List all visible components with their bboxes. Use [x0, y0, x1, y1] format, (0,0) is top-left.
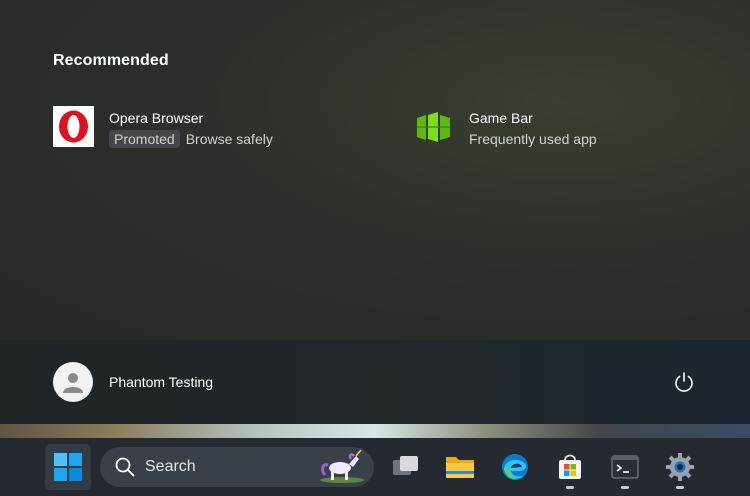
user-account-button[interactable]: Phantom Testing [53, 362, 213, 402]
search-icon [115, 457, 135, 477]
terminal-icon [611, 455, 639, 479]
unicorn-icon [320, 449, 364, 483]
game-bar-subtitle: Frequently used app [469, 131, 597, 147]
start-menu: Recommended Opera Browser Promoted Brows… [0, 0, 750, 340]
power-button[interactable] [668, 366, 700, 398]
opera-icon [53, 106, 94, 147]
running-indicator [676, 486, 684, 489]
store-icon [559, 454, 581, 479]
windows-start-icon [54, 453, 82, 481]
windows-desktop: Recommended Opera Browser Promoted Brows… [0, 0, 750, 496]
opera-name: Opera Browser [109, 110, 204, 126]
start-button[interactable] [45, 444, 91, 490]
game-bar-name: Game Bar [469, 110, 533, 126]
power-icon [675, 372, 693, 392]
taskbar-file-explorer[interactable] [437, 444, 483, 490]
opera-subtitle: Browse safely [185, 131, 273, 147]
desktop-wallpaper [0, 424, 750, 438]
taskbar-task-view[interactable] [382, 444, 428, 490]
taskbar: Search [0, 438, 750, 496]
search-placeholder: Search [145, 458, 196, 475]
recommended-heading: Recommended [53, 52, 169, 69]
taskbar-edge[interactable] [492, 444, 538, 490]
taskbar-settings[interactable] [657, 444, 703, 490]
edge-icon [502, 454, 528, 480]
taskbar-store[interactable] [547, 444, 593, 490]
game-bar-icon [417, 112, 450, 142]
file-explorer-icon [446, 457, 474, 478]
avatar-icon [53, 362, 93, 402]
recommended-item-game-bar[interactable]: Game Bar Frequently used app [413, 106, 597, 148]
running-indicator [566, 486, 574, 489]
running-indicator [621, 486, 629, 489]
settings-icon [666, 453, 694, 481]
user-name: Phantom Testing [109, 374, 214, 390]
promoted-badge: Promoted [109, 130, 180, 148]
task-view-icon [393, 456, 418, 475]
start-menu-footer: Phantom Testing [0, 340, 750, 424]
taskbar-terminal[interactable] [602, 444, 648, 490]
recommended-item-opera[interactable]: Opera Browser Promoted Browse safely [53, 106, 273, 148]
taskbar-search-box[interactable]: Search [100, 447, 374, 487]
